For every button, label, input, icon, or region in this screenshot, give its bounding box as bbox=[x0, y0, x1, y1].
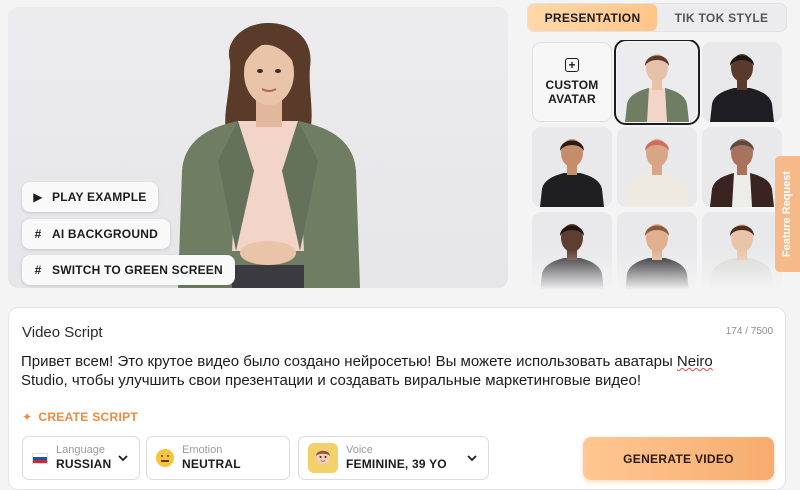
avatar-option[interactable] bbox=[532, 127, 612, 207]
feature-request-label: Feature Request bbox=[781, 170, 794, 258]
video-script-title: Video Script bbox=[22, 324, 103, 341]
video-preview: ▶ PLAY EXAMPLE # AI BACKGROUND # SWITCH … bbox=[8, 7, 508, 288]
avatar-thumbnail bbox=[540, 224, 604, 290]
avatar-thumbnail bbox=[710, 139, 774, 207]
language-select[interactable]: Language RUSSIAN bbox=[22, 436, 140, 480]
play-example-label: PLAY EXAMPLE bbox=[52, 190, 147, 204]
voice-select[interactable]: Voice FEMININE, 39 YO bbox=[298, 436, 489, 480]
plus-icon: + bbox=[565, 58, 579, 72]
language-value: RUSSIAN bbox=[56, 457, 112, 471]
voice-avatar-icon bbox=[308, 443, 338, 473]
style-tabs: PRESENTATION TIK TOK STYLE bbox=[527, 3, 787, 32]
create-script-button[interactable]: ✦ CREATE SCRIPT bbox=[22, 410, 138, 424]
ai-background-button[interactable]: # AI BACKGROUND bbox=[22, 219, 170, 249]
script-text-part: Studio, чтобы улучшить свои презентации … bbox=[21, 372, 642, 389]
avatar-option[interactable] bbox=[702, 127, 782, 207]
language-caption: Language bbox=[56, 444, 105, 456]
avatar-option[interactable] bbox=[617, 127, 697, 207]
feature-request-tab[interactable]: Feature Request bbox=[775, 156, 800, 272]
ai-background-label: AI BACKGROUND bbox=[52, 227, 158, 241]
avatar-option[interactable] bbox=[617, 212, 697, 290]
avatar-option[interactable] bbox=[614, 40, 700, 125]
avatar-option[interactable] bbox=[532, 212, 612, 290]
avatar-thumbnail bbox=[710, 224, 774, 290]
custom-avatar-button[interactable]: + CUSTOM AVATAR bbox=[532, 42, 612, 122]
green-screen-button[interactable]: # SWITCH TO GREEN SCREEN bbox=[22, 255, 235, 285]
avatar-option[interactable] bbox=[702, 212, 782, 290]
avatar-grid: + CUSTOM AVATAR bbox=[530, 40, 786, 290]
emotion-value: NEUTRAL bbox=[182, 457, 241, 471]
neutral-face-icon bbox=[156, 449, 174, 467]
play-icon: ▶ bbox=[33, 190, 43, 204]
emotion-select[interactable]: Emotion NEUTRAL bbox=[146, 436, 290, 480]
hash-icon: # bbox=[34, 227, 42, 241]
tab-presentation[interactable]: PRESENTATION bbox=[528, 4, 657, 31]
custom-avatar-label: CUSTOM AVATAR bbox=[545, 78, 599, 106]
avatar-option[interactable] bbox=[702, 42, 782, 122]
avatar-thumbnail bbox=[540, 139, 604, 207]
presenter-avatar-image bbox=[178, 23, 360, 288]
hash-icon: # bbox=[34, 263, 42, 277]
create-script-label: CREATE SCRIPT bbox=[38, 410, 139, 424]
play-example-button[interactable]: ▶ PLAY EXAMPLE bbox=[22, 182, 159, 212]
tab-tiktok-style[interactable]: TIK TOK STYLE bbox=[657, 4, 786, 31]
russia-flag-icon bbox=[32, 452, 48, 464]
avatar-thumbnail bbox=[625, 224, 689, 290]
script-text-part: Привет всем! Это крутое видео было созда… bbox=[21, 353, 677, 370]
voice-value: FEMININE, 39 YO bbox=[346, 457, 447, 471]
avatar-thumbnail bbox=[625, 54, 689, 122]
avatar-thumbnail bbox=[710, 54, 774, 122]
emotion-caption: Emotion bbox=[182, 444, 223, 456]
generate-video-button[interactable]: GENERATE VIDEO bbox=[583, 437, 774, 480]
avatar-thumbnail bbox=[625, 139, 689, 207]
character-counter: 174 / 7500 bbox=[725, 326, 773, 337]
script-textarea[interactable]: Привет всем! Это крутое видео было созда… bbox=[21, 352, 761, 390]
chevron-down-icon bbox=[118, 455, 128, 462]
video-script-panel: Video Script 174 / 7500 Привет всем! Это… bbox=[8, 307, 786, 490]
sparkle-icon: ✦ bbox=[22, 410, 33, 424]
chevron-down-icon bbox=[467, 455, 477, 462]
green-screen-label: SWITCH TO GREEN SCREEN bbox=[52, 263, 223, 277]
misspelled-word: Neiro bbox=[676, 353, 713, 370]
voice-caption: Voice bbox=[346, 444, 373, 456]
